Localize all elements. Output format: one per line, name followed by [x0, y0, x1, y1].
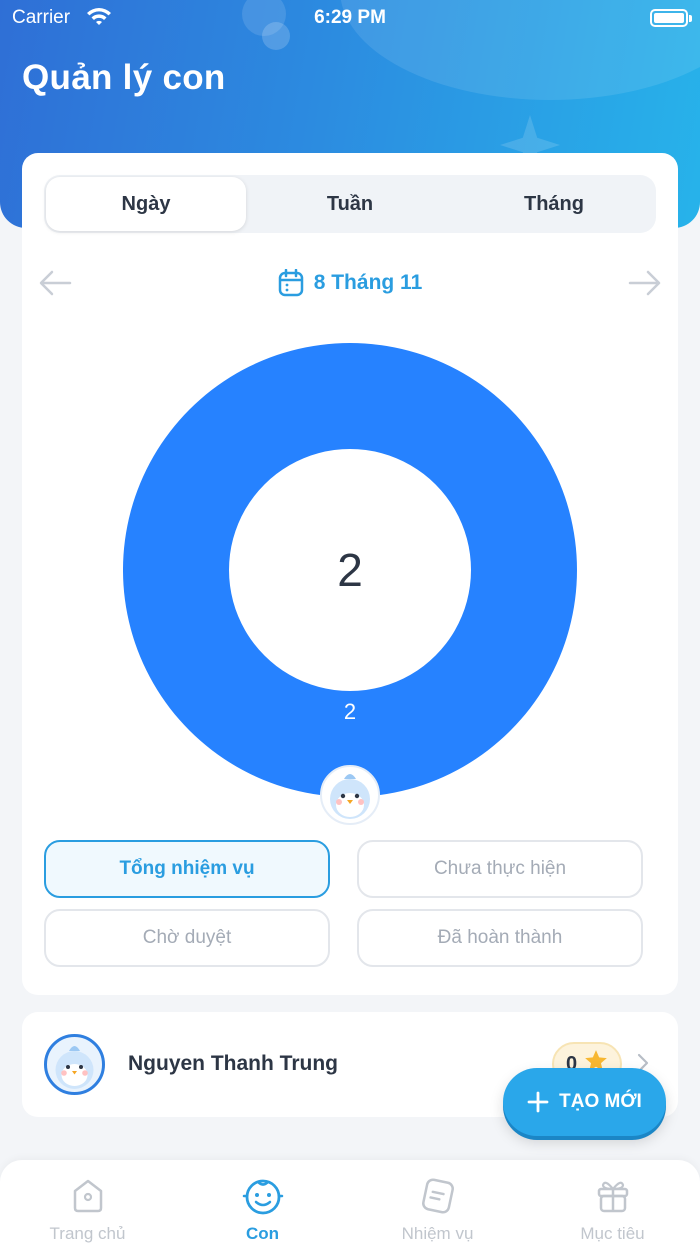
stats-card: Ngày Tuần Tháng 8 Tháng 11 2 2 Tổng nhiệ… — [22, 153, 678, 995]
tab-month[interactable]: Tháng — [452, 175, 656, 233]
filter-not-started[interactable]: Chưa thực hiện — [357, 840, 643, 898]
task-icon — [421, 1178, 454, 1214]
donut-chart: 2 2 — [122, 343, 577, 825]
tab-tasks-label: Nhiệm vụ — [401, 1224, 474, 1243]
child-avatar — [44, 1034, 105, 1095]
tab-home[interactable]: Trang chủ — [0, 1174, 175, 1244]
status-time: 6:29 PM — [314, 7, 386, 28]
filter-total-tasks[interactable]: Tổng nhiệm vụ — [44, 840, 330, 898]
page-title: Quản lý con — [22, 58, 226, 97]
child-face-icon — [242, 1179, 283, 1215]
bottom-tab-bar: Trang chủ Con Nhiệm vụ Mục tiêu — [0, 1160, 700, 1244]
tab-child-label: Con — [245, 1224, 280, 1243]
create-new-button[interactable]: TẠO MỚI — [503, 1068, 666, 1136]
filter-pending-approval[interactable]: Chờ duyệt — [44, 909, 330, 967]
tab-home-label: Trang chủ — [49, 1224, 126, 1243]
child-name: Nguyen Thanh Trung — [128, 1052, 338, 1075]
penguin-avatar-icon — [320, 765, 380, 825]
tab-tasks[interactable]: Nhiệm vụ — [350, 1174, 525, 1244]
battery-icon — [650, 9, 692, 27]
donut-total: 2 — [337, 544, 363, 596]
date-label: 8 Tháng 11 — [313, 271, 423, 294]
tab-goals[interactable]: Mục tiêu — [525, 1174, 700, 1244]
period-segmented-control: Ngày Tuần Tháng — [44, 175, 656, 233]
home-icon — [73, 1179, 102, 1213]
date-selector[interactable]: 8 Tháng 11 — [22, 269, 678, 303]
tab-day[interactable]: Ngày — [46, 177, 246, 231]
gift-icon — [597, 1181, 628, 1213]
tab-week[interactable]: Tuần — [248, 175, 452, 233]
tab-goals-label: Mục tiêu — [580, 1224, 645, 1243]
create-new-label: TẠO MỚI — [559, 1091, 642, 1112]
calendar-icon — [278, 269, 303, 297]
donut-slice-label: 2 — [343, 699, 357, 724]
plus-icon — [527, 1091, 549, 1113]
status-bar: Carrier 6:29 PM — [0, 0, 700, 36]
filter-completed[interactable]: Đã hoàn thành — [357, 909, 643, 967]
next-date-arrow-icon[interactable] — [628, 269, 662, 297]
tab-child[interactable]: Con — [175, 1174, 350, 1244]
